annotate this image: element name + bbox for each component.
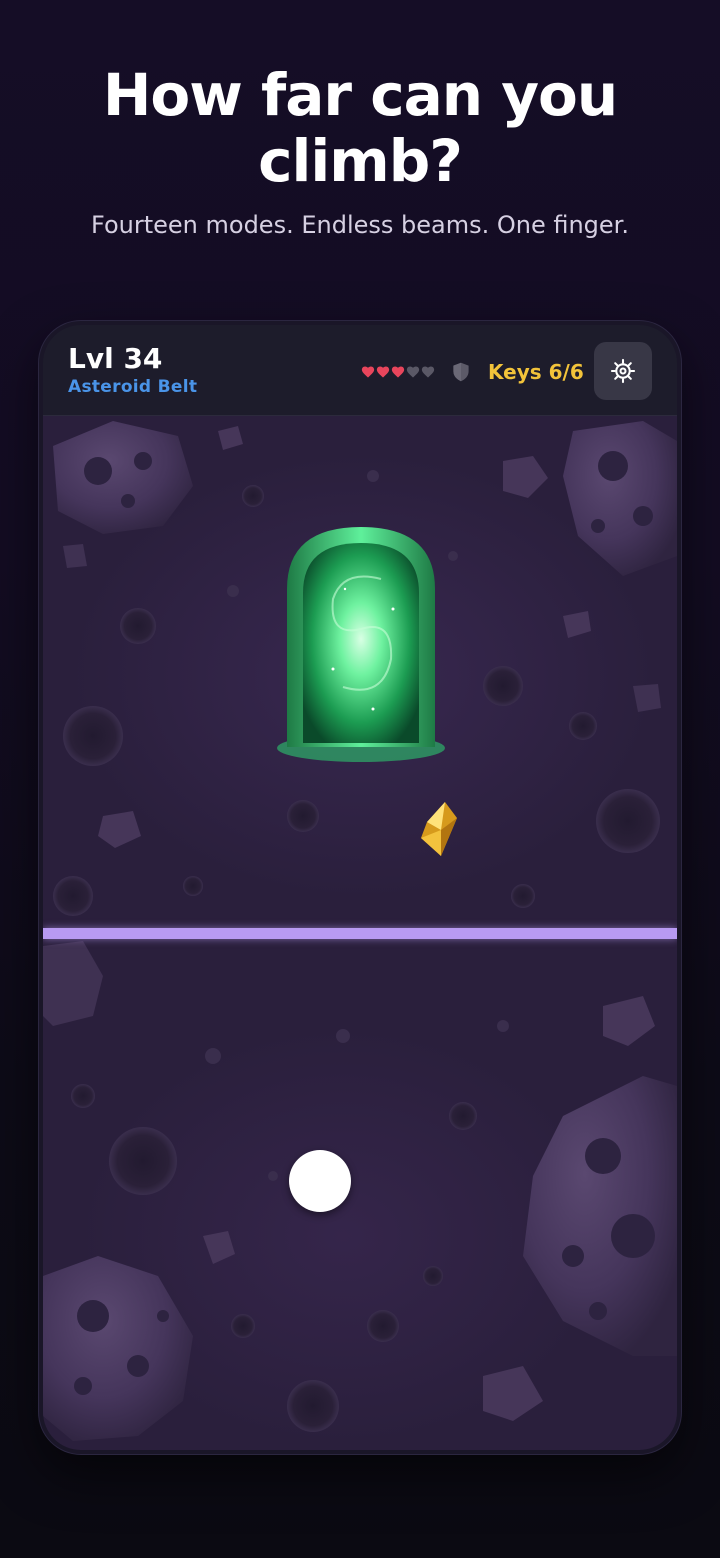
zone-name: Asteroid Belt xyxy=(68,377,198,397)
heart-icon xyxy=(391,366,405,378)
gear-icon xyxy=(610,358,636,384)
light-beam xyxy=(43,928,677,939)
lives-hearts xyxy=(361,364,435,380)
heart-empty-icon xyxy=(421,366,435,378)
gold-crystal-icon xyxy=(421,802,457,856)
heart-icon xyxy=(376,366,390,378)
page-title: How far can you climb? xyxy=(102,61,618,195)
phone-frame: Lvl 34 Asteroid Belt Keys 6/6 xyxy=(39,321,681,1454)
game-hud: Lvl 34 Asteroid Belt Keys 6/6 xyxy=(43,325,677,416)
green-portal-icon xyxy=(277,527,445,762)
keys-counter: Keys 6/6 xyxy=(488,360,584,384)
heart-icon xyxy=(361,366,375,378)
player-ball[interactable] xyxy=(289,1150,351,1212)
page-subtitle: Fourteen modes. Endless beams. One finge… xyxy=(91,211,629,239)
game-playfield[interactable] xyxy=(43,416,677,1450)
level-label: Lvl 34 xyxy=(68,342,163,375)
shield-icon xyxy=(453,362,469,382)
settings-button[interactable] xyxy=(594,342,652,400)
heart-empty-icon xyxy=(406,366,420,378)
